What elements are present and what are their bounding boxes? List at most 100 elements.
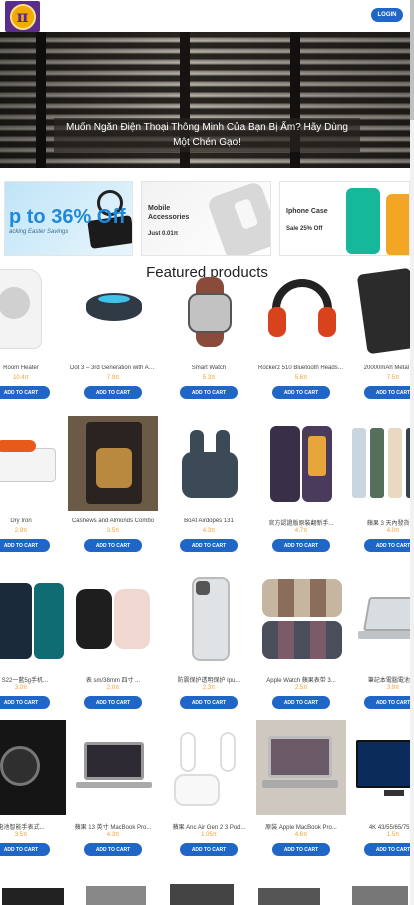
- watch-bands-icon[interactable]: [256, 573, 346, 668]
- add-to-cart-button[interactable]: ADD TO CART: [272, 843, 330, 856]
- product-card[interactable]: 筆記本電腦電池 14 3.9π ADD TO CART: [346, 573, 414, 718]
- watch-icon[interactable]: [0, 720, 66, 815]
- phone-case-icon[interactable]: [164, 573, 254, 668]
- product-card[interactable]: 表 sm/38mm 四寸 ... 2.0π ADD TO CART: [66, 573, 160, 718]
- galaxy-phone-icon[interactable]: [0, 573, 66, 668]
- product-name[interactable]: 官方認證版原裝翻新手...: [254, 518, 348, 527]
- product-name[interactable]: 4K 43/55/65/75 英: [346, 822, 414, 831]
- add-to-cart-button[interactable]: ADD TO CART: [180, 539, 238, 552]
- tv-icon[interactable]: [348, 720, 414, 815]
- add-to-cart-button[interactable]: ADD TO CART: [84, 843, 142, 856]
- product-card[interactable]: 原装 Apple MacBook Pro... 4.6π ADD TO CART: [254, 720, 348, 865]
- product-name[interactable]: 蘋果 Anc Air Gen 2 3 Pod...: [162, 822, 256, 831]
- product-name[interactable]: Room Heater: [0, 365, 68, 371]
- page-scrollbar[interactable]: [410, 0, 414, 905]
- product-name[interactable]: BoAt Airdopes 131: [162, 518, 256, 524]
- product-card[interactable]: Dot 3 – 3rd Generation with Alexa 7.9π ADD…: [66, 263, 160, 408]
- banner-case-title: Iphone Case: [286, 208, 328, 215]
- add-to-cart-button[interactable]: ADD TO CART: [180, 843, 238, 856]
- product-card[interactable]: xy S22一藍5g手机...3.0π ADD TO CART: [0, 573, 68, 718]
- product-name[interactable]: Cashews and Almonds Combo: [66, 518, 160, 524]
- add-to-cart-button[interactable]: ADD TO CART: [272, 386, 330, 399]
- product-card[interactable]: 官方認證版原裝翻新手... 4.7π ADD TO CART: [254, 416, 348, 561]
- product-card[interactable]: 防震保护透明保护 Ipu... 2.3π ADD TO CART: [162, 573, 256, 718]
- echo-dot-icon[interactable]: [68, 263, 158, 358]
- product-name[interactable]: Dry Iron: [0, 518, 68, 524]
- airpods-icon[interactable]: [164, 720, 254, 815]
- add-to-cart-button[interactable]: ADD TO CART: [364, 386, 414, 399]
- add-to-cart-button[interactable]: ADD TO CART: [364, 843, 414, 856]
- add-to-cart-button[interactable]: ADD TO CART: [180, 386, 238, 399]
- product-card[interactable]: 蘋果 Anc Air Gen 2 3 Pod... 1.05π ADD TO CAR…: [162, 720, 256, 865]
- product-name[interactable]: Dot 3 – 3rd Generation with Alexa: [66, 365, 160, 371]
- product-name[interactable]: Smart Watch: [162, 365, 256, 371]
- macbook-pro-icon[interactable]: [256, 720, 346, 815]
- next-row-peek: [0, 880, 414, 905]
- product-name[interactable]: 防震保护透明保护 Ipu...: [162, 675, 256, 684]
- product-card[interactable]: Apple Watch 蘋果表带 3... 2.5π ADD TO CART: [254, 573, 348, 718]
- product-card[interactable]: 4K 43/55/65/75 英 1.5π ADD TO CART: [346, 720, 414, 865]
- iphone-colors-icon[interactable]: [348, 416, 414, 511]
- pi-logo[interactable]: π: [5, 1, 40, 32]
- pi-coin-icon: π: [9, 3, 36, 30]
- hero-caption[interactable]: Muốn Ngăn Điện Thoại Thông Minh Của Bạn …: [54, 118, 360, 152]
- add-to-cart-button[interactable]: ADD TO CART: [272, 539, 330, 552]
- product-price: 2.3π: [202, 685, 216, 691]
- add-to-cart-button[interactable]: ADD TO CART: [0, 539, 50, 552]
- product-price: 1.5π: [386, 832, 400, 838]
- smart-watch-icon[interactable]: [164, 263, 254, 358]
- product-price: 3.0π: [14, 685, 28, 691]
- iron-icon[interactable]: [0, 416, 66, 511]
- scrollbar-thumb[interactable]: [410, 0, 414, 120]
- product-name[interactable]: 原装 Apple MacBook Pro...: [254, 822, 348, 831]
- product-price: 3.5π: [106, 528, 120, 534]
- product-card[interactable]: Dry Iron 2.9π ADD TO CART: [0, 416, 68, 561]
- earbuds-icon[interactable]: [164, 416, 254, 511]
- hero-banner[interactable]: Muốn Ngăn Điện Thoại Thông Minh Của Bạn …: [0, 32, 414, 168]
- add-to-cart-button[interactable]: ADD TO CART: [364, 539, 414, 552]
- product-price: 4.3π: [106, 832, 120, 838]
- add-to-cart-button[interactable]: ADD TO CART: [84, 386, 142, 399]
- laptop-icon[interactable]: [348, 573, 414, 668]
- product-card[interactable]: 20000mAh Metal Pow 7.5π ADD TO CART: [346, 263, 414, 408]
- add-to-cart-button[interactable]: ADD TO CART: [364, 696, 414, 709]
- product-card[interactable]: BoAt Airdopes 131 4.3π ADD TO CART: [162, 416, 256, 561]
- power-bank-icon[interactable]: [348, 263, 414, 358]
- product-name[interactable]: Rockerz 510 Bluetooth Headsets: [254, 365, 348, 371]
- product-card[interactable]: 蘋果 13 英寸 MacBook Pro... 4.3π ADD TO CART: [66, 720, 160, 865]
- product-price: 5.3π: [202, 375, 216, 381]
- product-name[interactable]: 蘋果 3 天內發貨 iph: [346, 518, 414, 527]
- product-name[interactable]: 电池智能手表式...: [0, 822, 68, 831]
- product-card[interactable]: Cashews and Almonds Combo 3.5π ADD TO CART: [66, 416, 160, 561]
- heater-icon[interactable]: [0, 263, 66, 358]
- product-name[interactable]: 20000mAh Metal Pow: [346, 365, 414, 371]
- product-card[interactable]: Room Heater 10.4π ADD TO CART: [0, 263, 68, 408]
- banner-sale-text: p to 36% Off: [9, 206, 126, 228]
- add-to-cart-button[interactable]: ADD TO CART: [0, 843, 50, 856]
- product-name[interactable]: 筆記本電腦電池 14: [346, 675, 414, 684]
- watch-band-icon[interactable]: [68, 573, 158, 668]
- product-card[interactable]: 蘋果 3 天內發貨 iph 4.0π ADD TO CART: [346, 416, 414, 561]
- promo-banner-iphone-case[interactable]: Iphone Case Sale 25% Off: [279, 181, 410, 256]
- promo-banner-accessories[interactable]: Mobile Accessories Just 0.01π: [141, 181, 271, 256]
- product-name[interactable]: 蘋果 13 英寸 MacBook Pro...: [66, 822, 160, 831]
- product-name[interactable]: xy S22一藍5g手机...: [0, 675, 68, 684]
- iphone-icon[interactable]: [256, 416, 346, 511]
- nuts-icon[interactable]: [68, 416, 158, 511]
- headphones-icon[interactable]: [256, 263, 346, 358]
- add-to-cart-button[interactable]: ADD TO CART: [180, 696, 238, 709]
- product-price: 1.05π: [201, 832, 217, 838]
- product-name[interactable]: 表 sm/38mm 四寸 ...: [66, 675, 160, 684]
- add-to-cart-button[interactable]: ADD TO CART: [84, 696, 142, 709]
- product-card[interactable]: Rockerz 510 Bluetooth Headsets 5.6π ADD TO…: [254, 263, 348, 408]
- add-to-cart-button[interactable]: ADD TO CART: [84, 539, 142, 552]
- promo-banner-sale[interactable]: p to 36% Off acking Easter Savings: [4, 181, 133, 256]
- product-name[interactable]: Apple Watch 蘋果表带 3...: [254, 675, 348, 684]
- macbook-icon[interactable]: [68, 720, 158, 815]
- add-to-cart-button[interactable]: ADD TO CART: [0, 386, 50, 399]
- product-card[interactable]: Smart Watch 5.3π ADD TO CART: [162, 263, 256, 408]
- login-button[interactable]: LOGIN: [371, 8, 403, 22]
- add-to-cart-button[interactable]: ADD TO CART: [272, 696, 330, 709]
- product-card[interactable]: 电池智能手表式... 3.5π ADD TO CART: [0, 720, 68, 865]
- add-to-cart-button[interactable]: ADD TO CART: [0, 696, 50, 709]
